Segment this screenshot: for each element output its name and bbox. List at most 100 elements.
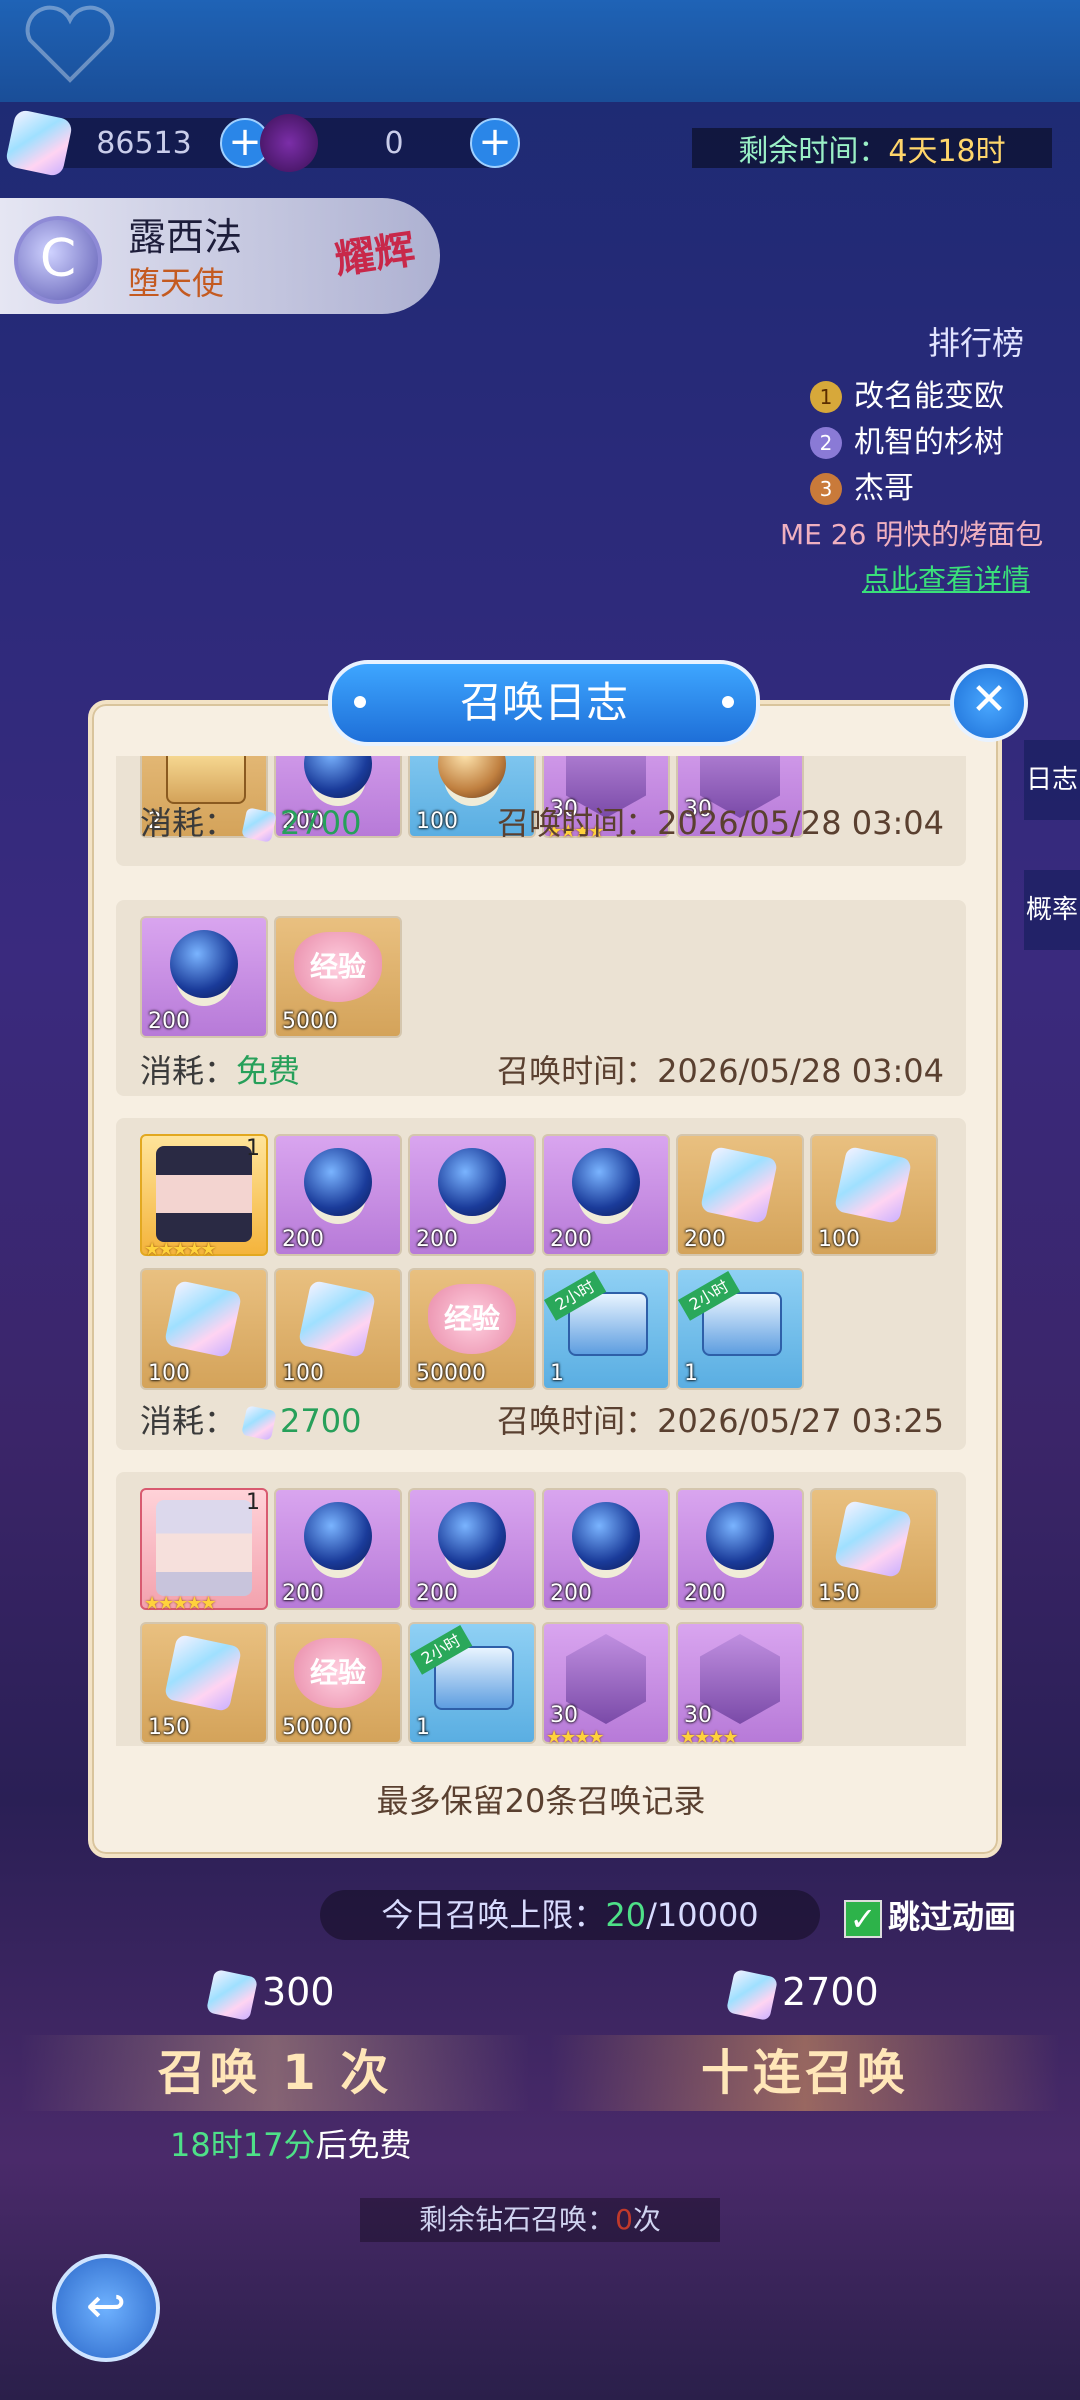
- rank-number: 3: [810, 473, 842, 505]
- summon-ten-button[interactable]: 十连召唤: [550, 2035, 1060, 2111]
- orb-icon: [304, 756, 372, 798]
- diamond-icon: [241, 807, 277, 843]
- rank-name: 杰哥: [854, 471, 914, 506]
- reward-item[interactable]: 150: [140, 1622, 268, 1744]
- record-meta: 消耗： 2700 召唤时间：2026/05/27 03:25: [140, 1396, 944, 1442]
- ranking-title: 排行榜: [927, 324, 1024, 362]
- star-rating-icon: ★★★★★: [144, 1239, 217, 1260]
- reward-item[interactable]: 200: [676, 1134, 804, 1256]
- reward-item[interactable]: 经验 50000: [274, 1622, 402, 1744]
- record-time: 召唤时间：2026/05/28 03:04: [497, 798, 944, 844]
- limit-current: 20: [605, 1896, 647, 1934]
- reward-item[interactable]: 100: [274, 1268, 402, 1390]
- reward-item[interactable]: 2小时 1: [542, 1268, 670, 1390]
- reward-item[interactable]: 30 ★★★★: [676, 1622, 804, 1746]
- summon-record: 1 ★★★★★ 200 200 200 200 150 150 经验 50000…: [116, 1472, 966, 1746]
- cost-label: 消耗：: [140, 804, 237, 842]
- item-level: 1: [246, 1136, 260, 1161]
- orb-icon: [438, 1148, 506, 1216]
- reward-item[interactable]: 200: [542, 1134, 670, 1256]
- item-quantity: 200: [550, 1227, 592, 1252]
- orb-icon: [572, 1148, 640, 1216]
- reward-item[interactable]: 100: [810, 1134, 938, 1256]
- item-quantity: 1: [416, 1715, 430, 1740]
- hero-portrait-icon: [156, 1500, 252, 1596]
- diamond-icon: [833, 1499, 913, 1579]
- hero-class-badge: C: [14, 216, 102, 304]
- reward-item[interactable]: 200: [274, 1488, 402, 1610]
- title-dot: [354, 696, 366, 708]
- skip-label: 跳过动画: [888, 1898, 1017, 1936]
- diamond-icon: [163, 1633, 243, 1713]
- item-quantity: 30: [684, 1703, 712, 1728]
- summon-log-list[interactable]: 2 200 100 30 ★★★★ 30 消耗： 2700 召唤时间：2026/0…: [116, 756, 966, 1746]
- diamond-icon: [4, 108, 74, 178]
- item-quantity: 200: [416, 1581, 458, 1606]
- reward-item[interactable]: 200: [408, 1488, 536, 1610]
- ten-summon-cost: 2700: [725, 1968, 879, 2021]
- reward-item[interactable]: 100: [140, 1268, 268, 1390]
- reward-item[interactable]: 30 ★★★★: [542, 1622, 670, 1746]
- rate-side-button[interactable]: 概率: [1024, 870, 1080, 950]
- close-button[interactable]: ✕: [950, 664, 1028, 742]
- ranking-detail-link[interactable]: 点此查看详情: [780, 558, 1080, 598]
- log-side-button[interactable]: 日志: [1024, 740, 1080, 820]
- reward-item[interactable]: 1 ★★★★★: [140, 1134, 268, 1260]
- summon-record: 200 经验 5000 消耗：免费 召唤时间：2026/05/28 03:04: [116, 900, 966, 1096]
- reward-item[interactable]: 200: [140, 916, 268, 1038]
- summon-once-button[interactable]: 召唤 1 次: [20, 2035, 530, 2111]
- checkbox-checked-icon[interactable]: ✓: [844, 1900, 882, 1938]
- reward-item[interactable]: 200: [676, 1488, 804, 1610]
- timer-label: 剩余时间：: [738, 134, 889, 169]
- heart-decoration-icon: [25, 5, 115, 83]
- item-quantity: 1: [550, 1361, 564, 1386]
- record-meta: 消耗：免费 召唤时间：2026/05/28 03:04: [140, 1046, 944, 1092]
- item-quantity: 200: [550, 1581, 592, 1606]
- remaining-count: 0: [615, 2203, 633, 2236]
- orb-icon: [304, 1148, 372, 1216]
- cost-label: 消耗：: [140, 1402, 237, 1440]
- record-meta: 消耗： 2700 召唤时间：2026/05/28 03:04: [140, 798, 944, 844]
- back-arrow-icon: ↩: [85, 2278, 127, 2334]
- shard-icon: [566, 1634, 646, 1724]
- item-quantity: 200: [282, 1227, 324, 1252]
- rank-number: 1: [810, 381, 842, 413]
- reward-item[interactable]: 经验 5000: [274, 916, 402, 1038]
- featured-hero-banner[interactable]: C 露西法 堕天使 耀辉: [0, 198, 440, 314]
- ranking-panel: 排行榜 1 改名能变欧 2 机智的杉树 3 杰哥 ME 26 明快的烤面包 点此…: [780, 318, 1080, 598]
- limit-label: 今日召唤上限：: [381, 1896, 606, 1934]
- diamond-icon: [163, 1279, 243, 1359]
- add-tickets-button[interactable]: +: [470, 118, 520, 168]
- back-button[interactable]: ↩: [52, 2254, 160, 2362]
- star-rating-icon: ★★★★: [680, 1727, 739, 1746]
- rank-name: 改名能变欧: [854, 379, 1004, 414]
- reward-item[interactable]: 200: [408, 1134, 536, 1256]
- reward-item[interactable]: 150: [810, 1488, 938, 1610]
- time-label: 召唤时间：: [497, 804, 658, 842]
- item-quantity: 30: [550, 1703, 578, 1728]
- orb-icon: [706, 1502, 774, 1570]
- item-quantity: 200: [684, 1581, 726, 1606]
- item-quantity: 200: [416, 1227, 458, 1252]
- free-summon-timer: 18时17分后免费: [170, 2120, 411, 2166]
- item-quantity: 100: [818, 1227, 860, 1252]
- orb-icon: [304, 1502, 372, 1570]
- top-bar: [0, 0, 1080, 102]
- remaining-diamond-summons: 剩余钻石召唤：0次: [360, 2198, 720, 2242]
- reward-item[interactable]: 经验 50000: [408, 1268, 536, 1390]
- rank-name: 机智的杉树: [854, 425, 1004, 460]
- skip-animation-toggle[interactable]: ✓ 跳过动画: [844, 1892, 1016, 1938]
- diamond-icon: [297, 1279, 377, 1359]
- item-quantity: 200: [282, 1581, 324, 1606]
- reward-item[interactable]: 2小时 1: [408, 1622, 536, 1744]
- reward-item[interactable]: 1 ★★★★★: [140, 1488, 268, 1614]
- reward-item[interactable]: 200: [542, 1488, 670, 1610]
- free-time: 18时17分: [170, 2126, 316, 2164]
- rank-number: 2: [810, 427, 842, 459]
- diamond-icon: [699, 1145, 779, 1225]
- hero-title: 堕天使: [128, 264, 225, 302]
- hero-rarity-badge: 耀辉: [332, 226, 418, 284]
- reward-item[interactable]: 2小时 1: [676, 1268, 804, 1390]
- reward-item[interactable]: 200: [274, 1134, 402, 1256]
- limit-max: /10000: [646, 1896, 759, 1934]
